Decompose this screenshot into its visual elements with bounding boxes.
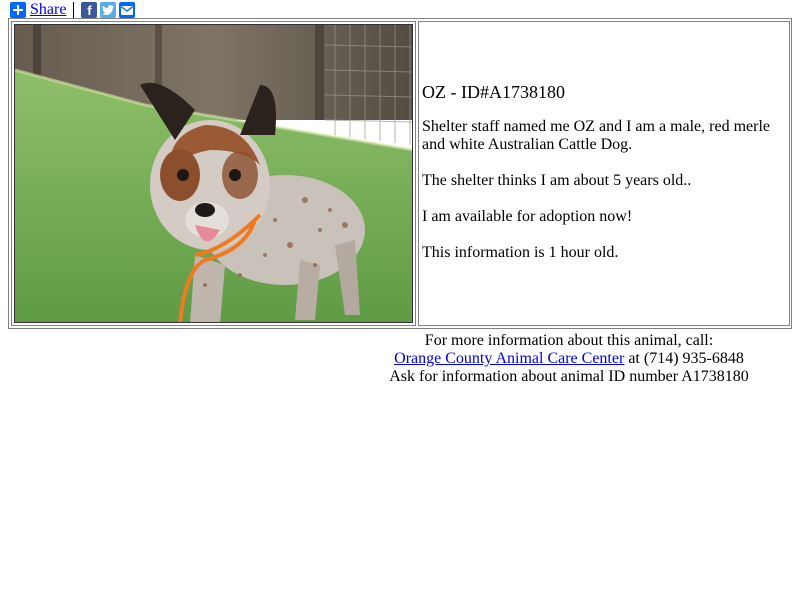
animal-title: OZ - ID#A1738180 (422, 82, 565, 102)
email-icon[interactable] (119, 2, 136, 18)
share-bar: Share f (10, 1, 136, 19)
plus-icon-glyph (13, 5, 23, 15)
divider (73, 2, 75, 18)
contact-line-3: Ask for information about animal ID numb… (389, 368, 749, 385)
info-cell: OZ - ID#A1738180 Shelter staff named me … (418, 21, 790, 326)
facebook-icon[interactable]: f (81, 2, 98, 18)
plus-icon[interactable] (10, 2, 26, 18)
twitter-icon[interactable] (100, 2, 117, 18)
contact-line-2: Orange County Animal Care Center at (714… (344, 350, 794, 368)
animal-photo (14, 24, 413, 323)
dog-photo-illustration (15, 25, 412, 322)
animal-table: OZ - ID#A1738180 Shelter staff named me … (8, 18, 792, 329)
twitter-bird-glyph (102, 5, 115, 15)
share-link[interactable]: Share (30, 1, 66, 19)
info-freshness: This information is 1 hour old. (422, 244, 619, 261)
animal-info: OZ - ID#A1738180 Shelter staff named me … (422, 82, 782, 280)
shelter-link[interactable]: Orange County Animal Care Center (394, 350, 624, 367)
animal-age: The shelter thinks I am about 5 years ol… (422, 172, 692, 189)
animal-description: Shelter staff named me OZ and I am a mal… (422, 118, 771, 153)
animal-availability: I am available for adoption now! (422, 208, 633, 225)
photo-cell (11, 21, 416, 326)
contact-line-1: For more information about this animal, … (424, 332, 714, 349)
envelope-glyph (121, 5, 134, 15)
shelter-phone: at (714) 935-6848 (624, 350, 744, 367)
contact-section: For more information about this animal, … (344, 332, 794, 386)
